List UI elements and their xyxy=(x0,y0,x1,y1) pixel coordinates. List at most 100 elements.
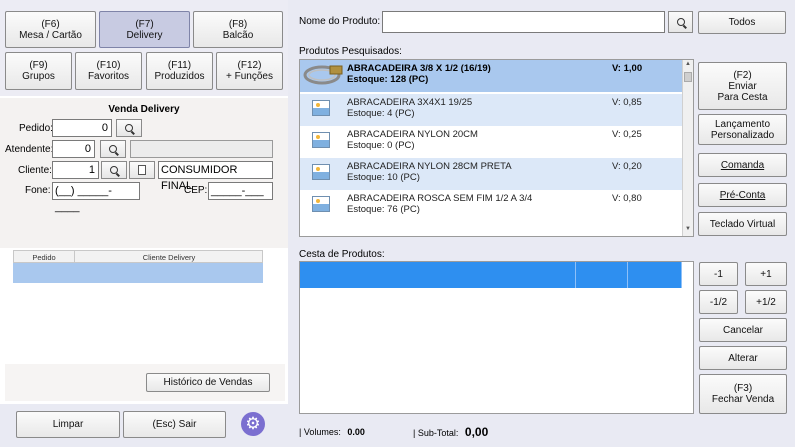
right-panel: Nome do Produto: Todos Produtos Pesquisa… xyxy=(288,0,795,447)
list-item[interactable]: ABRACADEIRA NYLON 20CM Estoque: 0 (PC) V… xyxy=(300,126,682,158)
nome-produto-label: Nome do Produto: xyxy=(299,16,381,27)
delivery-button[interactable]: (F7) Delivery xyxy=(99,11,190,48)
product-stock: Estoque: 10 (PC) xyxy=(347,172,420,183)
delivery-label: Delivery xyxy=(126,29,163,41)
product-search-button[interactable] xyxy=(668,11,693,33)
product-text: ABRACADEIRA ROSCA SEM FIM 1/2 A 3/4 Esto… xyxy=(347,193,532,215)
list-item[interactable]: ABRACADEIRA 3/8 X 1/2 (16/19) Estoque: 1… xyxy=(300,60,682,92)
balcao-key: (F8) xyxy=(228,18,248,30)
list-item[interactable]: ABRACADEIRA ROSCA SEM FIM 1/2 A 3/4 Esto… xyxy=(300,190,682,222)
scroll-down-icon[interactable]: ▼ xyxy=(684,226,692,235)
product-name: ABRACADEIRA ROSCA SEM FIM 1/2 A 3/4 xyxy=(347,193,533,204)
product-name: ABRACADEIRA NYLON 20CM xyxy=(347,129,478,140)
produtos-pesquisados-label: Produtos Pesquisados: xyxy=(299,46,402,57)
product-text: ABRACADEIRA 3X4X1 19/25 Estoque: 4 (PC) xyxy=(347,97,472,119)
product-price: V: 1,00 xyxy=(612,63,643,74)
product-stock: Estoque: 76 (PC) xyxy=(347,204,420,215)
favoritos-button[interactable]: (F10) Favoritos xyxy=(75,52,142,90)
list-item[interactable]: ABRACADEIRA NYLON 28CM PRETA Estoque: 10… xyxy=(300,158,682,190)
product-stock: Estoque: 128 (PC) xyxy=(347,74,429,85)
search-icon xyxy=(125,124,133,132)
image-placeholder-icon xyxy=(312,196,330,212)
cliente-field[interactable]: 1 xyxy=(52,161,99,179)
gear-icon[interactable]: ⚙ xyxy=(241,412,265,436)
cliente-label: Cliente: xyxy=(18,165,52,176)
mesa-cartao-button[interactable]: (F6) Mesa / Cartão xyxy=(5,11,96,48)
cesta-produtos-label: Cesta de Produtos: xyxy=(299,249,385,260)
fone-label: Fone: xyxy=(25,185,51,196)
pedido-search-button[interactable] xyxy=(116,119,142,137)
column-divider xyxy=(681,262,682,288)
mais-funcoes-button[interactable]: (F12) + Funções xyxy=(216,52,283,90)
delivery-key: (F7) xyxy=(135,18,154,30)
left-panel: (F6) Mesa / Cartão (F7) Delivery (F8) Ba… xyxy=(0,0,288,447)
pre-conta-button[interactable]: Pré-Conta xyxy=(698,183,787,207)
cliente-name-field[interactable]: CONSUMIDOR FINAL xyxy=(158,161,273,192)
produzidos-label: Produzidos xyxy=(154,71,205,82)
minus-one-button[interactable]: -1 xyxy=(699,262,738,286)
product-image xyxy=(312,132,332,150)
orders-table-row[interactable] xyxy=(13,263,263,283)
product-text: ABRACADEIRA NYLON 28CM PRETA Estoque: 10… xyxy=(347,161,512,183)
product-price: V: 0,25 xyxy=(612,129,642,140)
todos-button[interactable]: Todos xyxy=(698,11,786,34)
document-icon xyxy=(138,165,146,175)
cancelar-button[interactable]: Cancelar xyxy=(699,318,787,342)
grupos-label: Grupos xyxy=(22,71,55,82)
product-name: ABRACADEIRA 3/8 X 1/2 (16/19) xyxy=(347,63,491,74)
teclado-virtual-button[interactable]: Teclado Virtual xyxy=(698,212,787,236)
plus-one-button[interactable]: +1 xyxy=(745,262,787,286)
cliente-new-button[interactable] xyxy=(129,161,155,179)
grupos-button[interactable]: (F9) Grupos xyxy=(5,52,72,90)
limpar-button[interactable]: Limpar xyxy=(16,411,120,438)
sair-button[interactable]: (Esc) Sair xyxy=(123,411,226,438)
volumes-label: | Volumes: xyxy=(299,427,341,437)
cep-field[interactable]: _____-___ xyxy=(208,182,273,200)
list-item[interactable]: ABRACADEIRA 3X4X1 19/25 Estoque: 4 (PC) … xyxy=(300,94,682,126)
historico-vendas-button[interactable]: Histórico de Vendas xyxy=(146,373,270,392)
fone-field[interactable]: (__) _____-____ xyxy=(52,182,140,213)
lancamento-personalizado-button[interactable]: Lançamento Personalizado xyxy=(698,114,787,145)
atendente-search-button[interactable] xyxy=(100,140,126,158)
cliente-search-button[interactable] xyxy=(101,161,127,179)
product-text: ABRACADEIRA NYLON 20CM Estoque: 0 (PC) xyxy=(347,129,478,151)
produzidos-button[interactable]: (F11) Produzidos xyxy=(146,52,213,90)
mais-funcoes-key: (F12) xyxy=(237,60,262,71)
minus-half-button[interactable]: -1/2 xyxy=(699,290,738,314)
pedido-label: Pedido: xyxy=(19,123,53,134)
hose-clamp-icon xyxy=(303,65,343,85)
product-price: V: 0,85 xyxy=(612,97,642,108)
product-text: ABRACADEIRA 3/8 X 1/2 (16/19) Estoque: 1… xyxy=(347,63,491,85)
product-price: V: 0,80 xyxy=(612,193,642,204)
column-divider xyxy=(575,262,576,288)
venda-delivery-title: Venda Delivery xyxy=(108,104,180,115)
grupos-key: (F9) xyxy=(29,60,48,71)
pedido-field[interactable]: 0 xyxy=(52,119,112,137)
mesa-cartao-key: (F6) xyxy=(41,18,60,30)
products-list: ABRACADEIRA 3/8 X 1/2 (16/19) Estoque: 1… xyxy=(299,59,694,237)
scroll-thumb[interactable] xyxy=(684,72,692,82)
volumes-value: 0.00 xyxy=(347,427,365,437)
plus-half-button[interactable]: +1/2 xyxy=(745,290,787,314)
volumes-display: | Volumes: 0.00 xyxy=(299,427,365,437)
balcao-label: Balcão xyxy=(222,29,254,41)
enviar-cesta-button[interactable]: (F2) Enviar Para Cesta xyxy=(698,62,787,110)
products-scrollbar[interactable]: ▲ ▼ xyxy=(682,60,693,236)
atendente-label: Atendente: xyxy=(5,144,54,155)
product-search-input[interactable] xyxy=(382,11,665,33)
alterar-button[interactable]: Alterar xyxy=(699,346,787,370)
product-image xyxy=(302,63,346,87)
cep-label: CEP: xyxy=(184,185,208,196)
search-icon xyxy=(676,18,685,26)
balcao-button[interactable]: (F8) Balcão xyxy=(193,11,283,48)
favoritos-label: Favoritos xyxy=(87,71,130,82)
atendente-field[interactable]: 0 xyxy=(52,140,95,158)
comanda-button[interactable]: Comanda xyxy=(698,153,787,177)
comanda-label: Comanda xyxy=(720,159,765,171)
mais-funcoes-label: + Funções xyxy=(226,71,273,82)
fechar-venda-button[interactable]: (F3) Fechar Venda xyxy=(699,374,787,414)
cesta-list xyxy=(299,261,694,414)
cesta-header xyxy=(300,262,682,288)
scroll-up-icon[interactable]: ▲ xyxy=(684,61,692,70)
pre-conta-label: Pré-Conta xyxy=(719,189,766,201)
